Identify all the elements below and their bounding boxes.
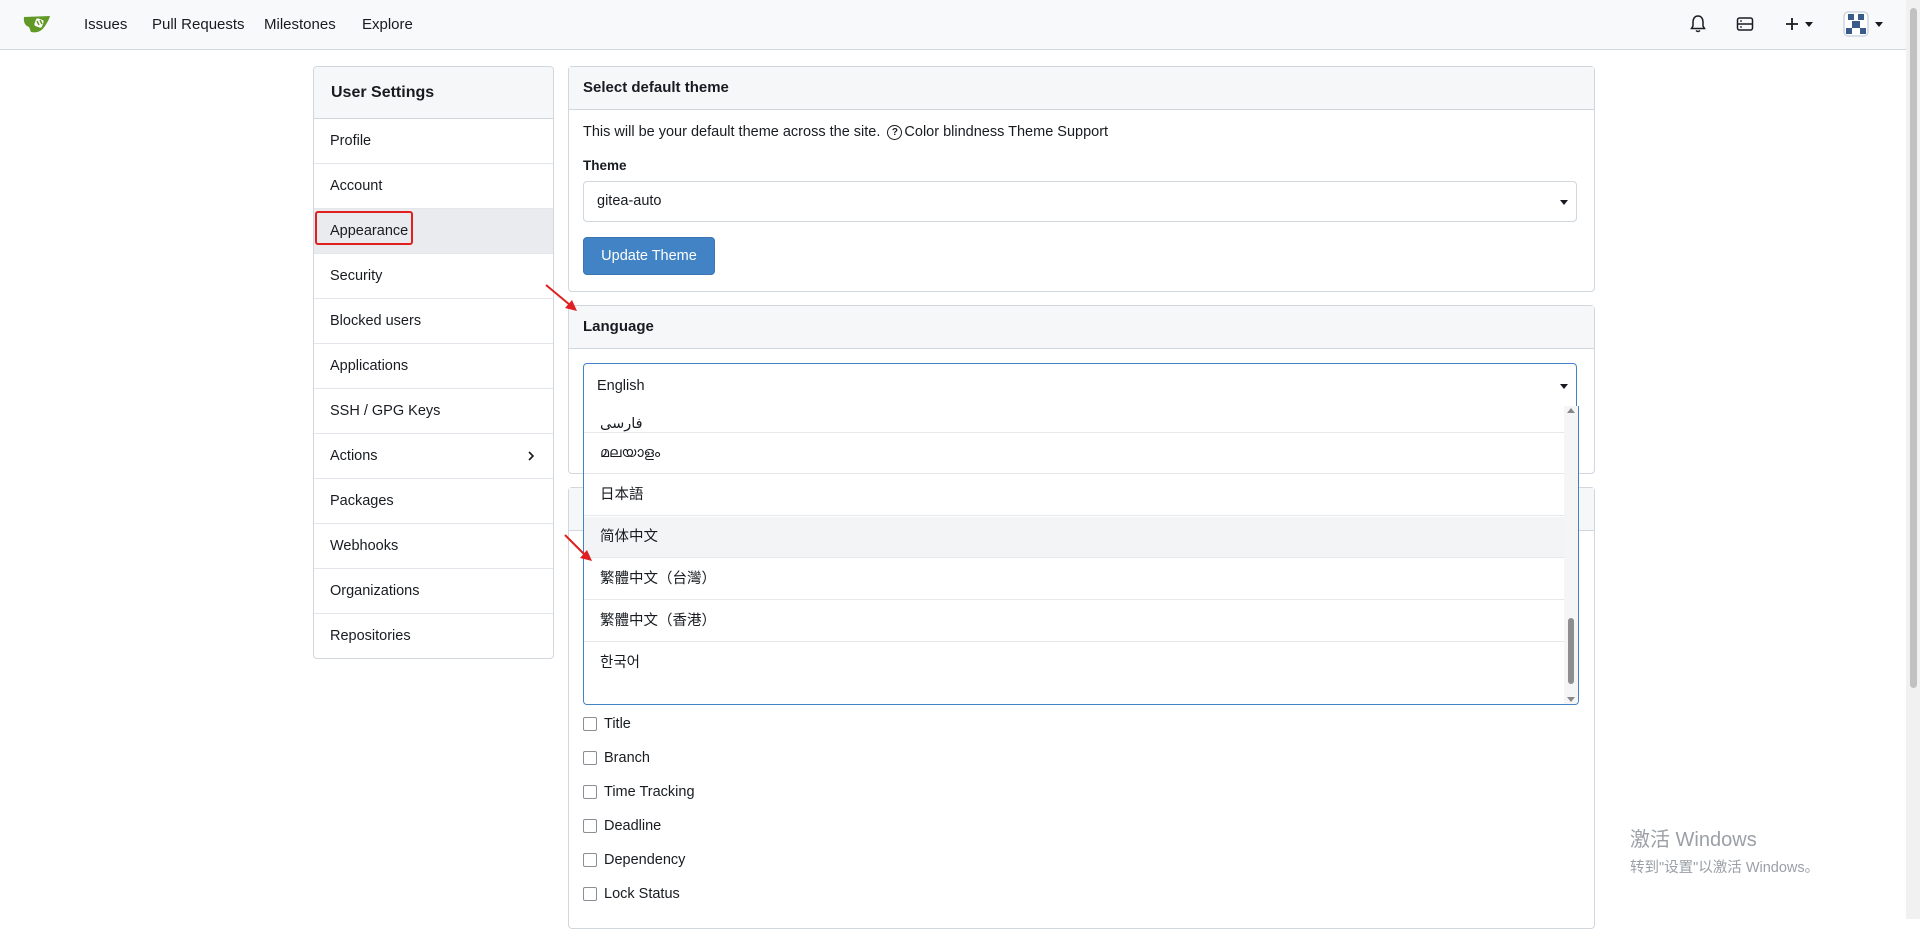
create-new-plus-icon[interactable] (1781, 12, 1817, 36)
dropdown-scrollbar[interactable] (1564, 406, 1578, 704)
sidebar-item-actions[interactable]: Actions (314, 434, 553, 479)
page-scrollbar-thumb[interactable] (1910, 8, 1917, 688)
theme-description-text: This will be your default theme across t… (583, 124, 881, 140)
checkbox-input[interactable] (583, 887, 597, 901)
color-blindness-link[interactable]: Color blindness Theme Support (904, 124, 1108, 140)
sidebar-item-label: SSH / GPG Keys (330, 403, 441, 419)
page-scrollbar[interactable] (1906, 0, 1920, 919)
nav-milestones-link[interactable]: Milestones (264, 16, 336, 33)
top-navbar: Issues Pull Requests Milestones Explore (0, 0, 1906, 50)
language-option-simplified-chinese[interactable]: 简体中文 (584, 517, 1564, 558)
checkbox-input[interactable] (583, 819, 597, 833)
checkbox-label: Title (604, 716, 631, 732)
sidebar-item-label: Security (330, 268, 383, 284)
checkbox-branch[interactable]: Branch (583, 748, 650, 768)
sidebar-item-repositories[interactable]: Repositories (314, 614, 553, 658)
annotation-arrow-icon (564, 534, 592, 561)
help-icon: ? (887, 125, 903, 140)
checkbox-title[interactable]: Title (583, 714, 631, 734)
checkbox-input[interactable] (583, 717, 597, 731)
gitea-logo-icon[interactable] (22, 12, 52, 36)
scroll-up-arrow-icon[interactable] (1567, 408, 1575, 413)
checkbox-lock-status[interactable]: Lock Status (583, 884, 680, 904)
checkbox-time-tracking[interactable]: Time Tracking (583, 782, 695, 802)
sidebar-item-ssh-gpg-keys[interactable]: SSH / GPG Keys (314, 389, 553, 434)
annotation-arrow-icon (545, 284, 577, 311)
avatar (1843, 11, 1869, 37)
watermark-title: 激活 Windows (1630, 829, 1757, 851)
checkbox-label: Lock Status (604, 886, 680, 902)
checkbox-label: Dependency (604, 852, 686, 868)
annotation-highlight-box (315, 211, 413, 245)
checkbox-input[interactable] (583, 853, 597, 867)
sidebar-item-label: Packages (330, 493, 394, 509)
sidebar-title: User Settings (314, 67, 553, 119)
checkbox-label: Branch (604, 750, 650, 766)
checkbox-input[interactable] (583, 785, 597, 799)
sidebar-item-webhooks[interactable]: Webhooks (314, 524, 553, 569)
settings-sidebar: User Settings Profile Account Appearance… (313, 66, 554, 659)
language-select-value: English (597, 378, 645, 394)
dropdown-scrollbar-thumb[interactable] (1568, 618, 1574, 684)
update-theme-button[interactable]: Update Theme (583, 237, 715, 275)
sidebar-item-organizations[interactable]: Organizations (314, 569, 553, 614)
watermark-subtitle: 转到"设置"以激活 Windows。 (1630, 860, 1820, 876)
nav-pull-requests-link[interactable]: Pull Requests (152, 16, 245, 33)
server-icon[interactable] (1732, 12, 1758, 36)
theme-field-label: Theme (583, 158, 627, 173)
sidebar-item-account[interactable]: Account (314, 164, 553, 209)
sidebar-item-security[interactable]: Security (314, 254, 553, 299)
language-option[interactable]: فارسی (584, 406, 1564, 433)
sidebar-item-label: Applications (330, 358, 409, 374)
dropdown-caret-icon (1560, 200, 1568, 205)
checkbox-deadline[interactable]: Deadline (583, 816, 661, 836)
language-option[interactable]: 日本語 (584, 475, 1564, 516)
chevron-right-icon (527, 434, 535, 478)
sidebar-item-applications[interactable]: Applications (314, 344, 553, 389)
theme-panel: Select default theme This will be your d… (568, 66, 1595, 292)
sidebar-item-appearance[interactable]: Appearance (314, 209, 553, 254)
nav-issues-link[interactable]: Issues (84, 16, 127, 33)
chevron-down-icon (1805, 21, 1813, 27)
theme-description: This will be your default theme across t… (583, 124, 1108, 140)
language-select[interactable]: English (583, 363, 1577, 409)
sidebar-item-label: Actions (330, 448, 378, 464)
scroll-down-arrow-icon[interactable] (1567, 697, 1575, 702)
sidebar-item-label: Repositories (330, 628, 411, 644)
notifications-bell-icon[interactable] (1685, 12, 1711, 36)
chevron-down-icon (1875, 21, 1883, 27)
sidebar-item-label: Webhooks (330, 538, 399, 554)
checkbox-label: Deadline (604, 818, 662, 834)
user-avatar-menu[interactable] (1840, 11, 1886, 37)
dropdown-caret-icon (1560, 384, 1568, 389)
theme-panel-title: Select default theme (569, 67, 1594, 110)
language-panel-title: Language (569, 306, 1594, 349)
sidebar-item-packages[interactable]: Packages (314, 479, 553, 524)
checkbox-label: Time Tracking (604, 784, 695, 800)
sidebar-item-blocked-users[interactable]: Blocked users (314, 299, 553, 344)
language-option[interactable]: മലയാളം (584, 433, 1564, 474)
sidebar-item-label: Organizations (330, 583, 420, 599)
sidebar-item-label: Account (330, 178, 383, 194)
checkbox-dependency[interactable]: Dependency (583, 850, 685, 870)
sidebar-item-label: Profile (330, 133, 372, 149)
sidebar-item-label: Blocked users (330, 313, 422, 329)
language-option[interactable]: 繁體中文（香港） (584, 601, 1564, 642)
nav-explore-link[interactable]: Explore (362, 16, 413, 33)
theme-select-value: gitea-auto (597, 193, 662, 209)
checkbox-input[interactable] (583, 751, 597, 765)
theme-select[interactable]: gitea-auto (583, 181, 1577, 222)
windows-activation-watermark: 激活 Windows 转到"设置"以激活 Windows。 (1630, 823, 1819, 877)
sidebar-item-profile[interactable]: Profile (314, 119, 553, 164)
language-option[interactable]: 繁體中文（台灣） (584, 559, 1564, 600)
language-dropdown-menu: فارسی മലയാളം 日本語 简体中文 繁體中文（台灣） 繁體中文（香港） … (583, 406, 1579, 705)
language-option[interactable]: 한국어 (584, 643, 1564, 684)
